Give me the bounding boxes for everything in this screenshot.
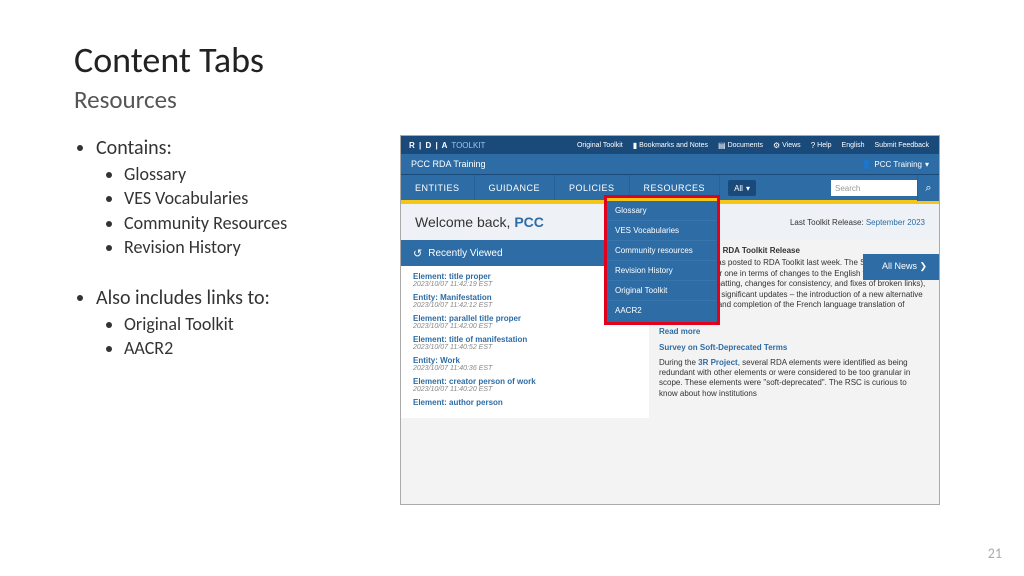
dropdown-item-glossary[interactable]: Glossary [607,201,717,221]
recent-item[interactable]: Element: author person [413,398,637,407]
news-header[interactable]: All News ❯ [863,254,939,280]
breadcrumb-bar: PCC RDA Training 👤PCC Training▾ [401,154,939,174]
top-links: Original Toolkit ▮Bookmarks and Notes ▤D… [577,141,939,150]
bullet-item: Original Toolkit [124,312,374,336]
bullet-heading-2: Also includes links to: [96,286,270,310]
bullet-item: VES Vocabularies [124,186,374,210]
search-icon: ⌕ [925,182,931,195]
welcome-text: Welcome back, PCC [415,214,544,230]
chevron-down-icon: ▾ [746,184,750,193]
top-link[interactable]: Original Toolkit [577,142,623,149]
top-bar: R | D | A TOOLKIT Original Toolkit ▮Book… [401,136,939,154]
slide-title: Content Tabs [74,38,960,82]
top-link[interactable]: English [842,142,865,149]
nav-tab-guidance[interactable]: GUIDANCE [475,175,556,200]
recent-item[interactable]: Element: creator person of work2023/10/0… [413,377,637,393]
3r-project-link[interactable]: 3R Project [698,358,738,367]
dropdown-item-ves[interactable]: VES Vocabularies [607,221,717,241]
bullet-heading-1: Contains: [96,136,172,160]
bullet-item: Revision History [124,235,374,259]
documents-icon: ▤ [718,141,726,150]
clock-icon: ↺ [413,247,422,260]
screenshot: R | D | A TOOLKIT Original Toolkit ▮Book… [400,135,940,505]
resources-dropdown: Glossary VES Vocabularies Community reso… [604,195,720,325]
bullet-item: Community Resources [124,211,374,235]
dropdown-item-community[interactable]: Community resources [607,241,717,261]
top-link[interactable]: ▤Documents [718,141,763,150]
logo: R | D | A TOOLKIT [401,141,485,150]
all-selector[interactable]: All▾ [728,180,756,196]
recent-item[interactable]: Element: title of manifestation2023/10/0… [413,335,637,351]
bookmark-icon: ▮ [633,141,637,150]
dropdown-item-revision[interactable]: Revision History [607,261,717,281]
user-icon: 👤 [861,160,871,169]
search-button[interactable]: ⌕ [917,175,939,201]
bullet-item: AACR2 [124,336,374,360]
gear-icon: ⚙ [773,141,780,150]
bullet-column: Contains: Glossary VES Vocabularies Comm… [74,135,374,505]
dropdown-item-original[interactable]: Original Toolkit [607,281,717,301]
nav-tab-entities[interactable]: ENTITIES [401,175,475,200]
bullet-item: Glossary [124,162,374,186]
user-menu[interactable]: 👤PCC Training▾ [861,160,929,169]
help-icon: ? [811,141,815,150]
page-number: 21 [988,545,1002,562]
dropdown-item-aacr2[interactable]: AACR2 [607,301,717,322]
recent-item[interactable]: Entity: Work2023/10/07 11:40:36 EST [413,356,637,372]
read-more-link[interactable]: Read more [659,327,927,337]
search-input[interactable]: Search [831,180,917,196]
chevron-down-icon: ▾ [925,160,929,169]
top-link[interactable]: Submit Feedback [875,142,929,149]
breadcrumb: PCC RDA Training [411,159,486,169]
top-link[interactable]: ⚙Views [773,141,801,150]
release-info: Last Toolkit Release: September 2023 [790,218,925,227]
news-subbody: During the 3R Project, several RDA eleme… [659,358,927,400]
top-link[interactable]: ▮Bookmarks and Notes [633,141,708,150]
slide-subtitle: Resources [74,84,960,115]
news-subtitle: Survey on Soft-Deprecated Terms [659,343,927,353]
top-link[interactable]: ?Help [811,141,832,150]
